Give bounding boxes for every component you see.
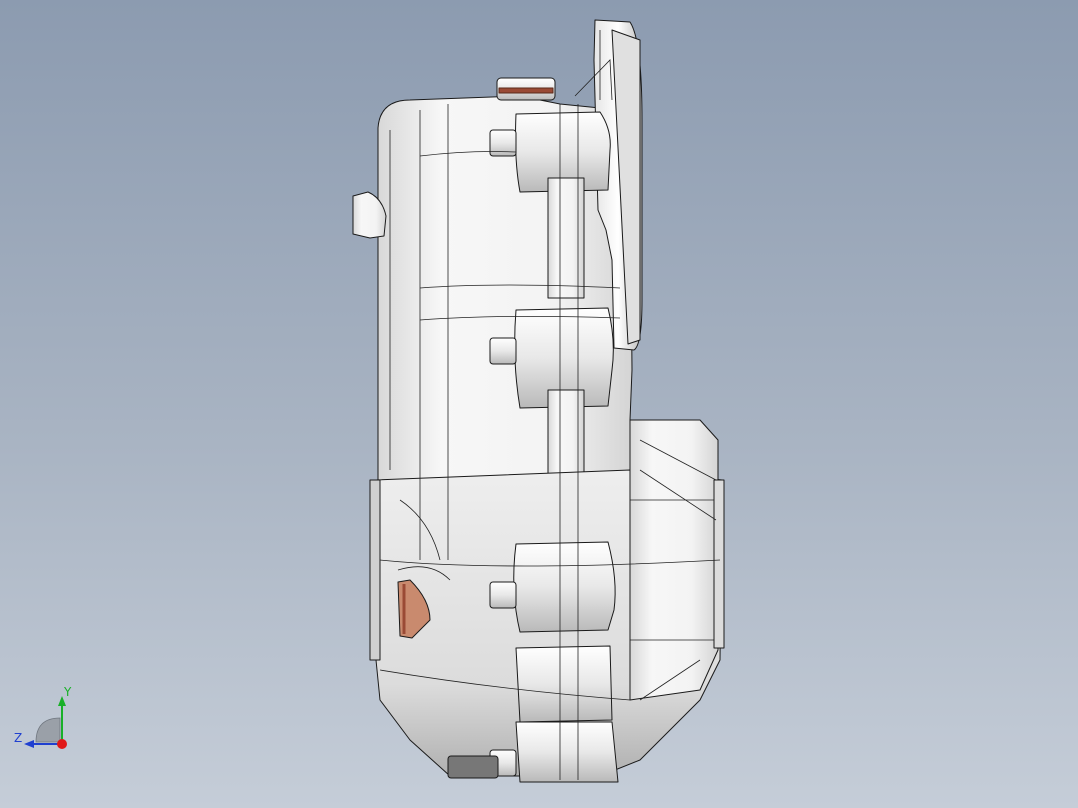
y-axis-label: Y xyxy=(63,685,72,699)
bolt-2 xyxy=(489,337,517,365)
z-axis-arrow-icon xyxy=(24,740,34,748)
bottom-cap xyxy=(447,755,499,779)
right-lower-box xyxy=(629,419,719,701)
boss-low-2 xyxy=(515,645,613,723)
gearbox-housing-model[interactable] xyxy=(0,0,1078,808)
triad-quadrant xyxy=(35,717,61,743)
orientation-triad: Y Z xyxy=(14,685,72,749)
x-axis-dot-icon xyxy=(57,739,67,749)
z-axis-label: Z xyxy=(14,731,22,745)
boss-low-3 xyxy=(515,721,619,783)
graphics-viewport[interactable]: Y Z xyxy=(0,0,1078,808)
boss-low-1 xyxy=(513,541,616,633)
bolt-3 xyxy=(489,581,517,609)
